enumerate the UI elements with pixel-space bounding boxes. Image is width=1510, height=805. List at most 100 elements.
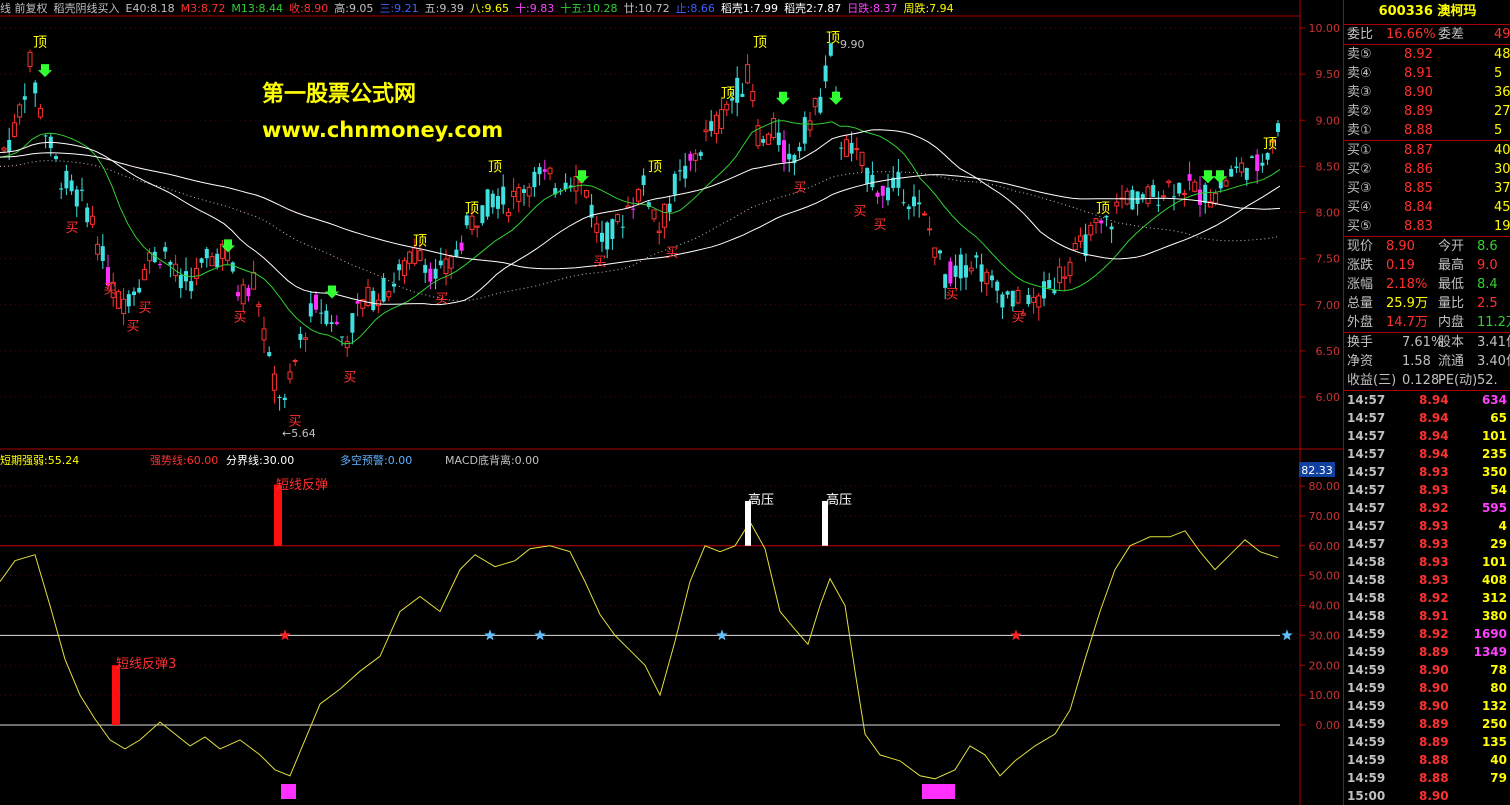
top-signal: 顶 bbox=[721, 86, 735, 102]
tick-price: 8.90 bbox=[1419, 681, 1449, 695]
tick-row: 14:57 8.94 101 bbox=[1344, 427, 1510, 445]
sell-level-row: 卖② 8.89 27 bbox=[1344, 102, 1510, 121]
star-icon bbox=[484, 629, 496, 641]
tick-price: 8.93 bbox=[1419, 465, 1449, 479]
candle bbox=[355, 293, 360, 317]
candle bbox=[906, 204, 911, 220]
candle bbox=[1067, 257, 1073, 284]
candle bbox=[1161, 189, 1167, 201]
candle bbox=[938, 249, 942, 260]
buy-price: 8.83 bbox=[1404, 219, 1433, 234]
tick-price: 8.93 bbox=[1419, 573, 1449, 587]
fundamental-label: PE(动) bbox=[1438, 373, 1478, 388]
candle bbox=[365, 279, 371, 308]
tick-row: 14:57 8.94 634 bbox=[1344, 391, 1510, 409]
stat-row: 外盘 14.7万内盘 11.2万 bbox=[1344, 313, 1510, 332]
header-item: 日跌:8.37 bbox=[847, 2, 898, 15]
candle bbox=[635, 187, 641, 206]
candle bbox=[277, 394, 282, 411]
indicator-tick-label: 10.00 bbox=[1309, 689, 1341, 702]
candle bbox=[251, 260, 257, 290]
candle bbox=[121, 287, 127, 326]
kline-chart-canvas[interactable]: 10.00 9.50 9.00 8.50 8.00 7.50 7.00 6.50 6.00 80.… bbox=[0, 0, 1343, 805]
candle bbox=[496, 188, 500, 219]
down-arrow-icon bbox=[1201, 170, 1215, 184]
candle bbox=[532, 167, 537, 197]
tick-row: 14:59 8.89 250 bbox=[1344, 715, 1510, 733]
buy-level-row: 买③ 8.85 37 bbox=[1344, 179, 1510, 198]
main-chart-header: 线 前复权 稻壳阴线买入 E40:8.18 M3:8.72 M13:8.44 收:8.90… bbox=[0, 0, 954, 16]
star-icon bbox=[1010, 629, 1022, 641]
candle bbox=[17, 102, 23, 125]
candle bbox=[573, 164, 579, 205]
tick-volume: 4 bbox=[1498, 519, 1507, 533]
stat-label: 涨跌 bbox=[1347, 258, 1374, 273]
candle bbox=[189, 267, 194, 299]
fundamental-value: 3.41亿 bbox=[1477, 335, 1510, 350]
candle bbox=[511, 177, 517, 209]
stat-label: 内盘 bbox=[1438, 315, 1465, 330]
candle bbox=[401, 257, 407, 284]
fundamental-value: 52. bbox=[1477, 373, 1498, 388]
buy-signal: 买 bbox=[138, 301, 151, 316]
candle bbox=[1192, 179, 1198, 193]
candle bbox=[1093, 217, 1099, 234]
candle bbox=[792, 153, 797, 176]
candle bbox=[85, 203, 90, 228]
sell-price: 8.89 bbox=[1404, 104, 1433, 119]
tick-price: 8.93 bbox=[1419, 519, 1449, 533]
tick-price: 8.94 bbox=[1419, 429, 1449, 443]
header-item: 稻壳1:7.99 bbox=[720, 2, 779, 15]
buy-price: 8.84 bbox=[1404, 200, 1433, 215]
tick-price: 8.93 bbox=[1419, 537, 1449, 551]
candle bbox=[33, 80, 38, 107]
buy-level-row: 买⑤ 8.83 19 bbox=[1344, 217, 1510, 236]
candle bbox=[740, 82, 745, 98]
header-item: E40:8.18 bbox=[125, 1, 175, 15]
candle bbox=[292, 358, 298, 367]
chart-area[interactable]: 10.00 9.50 9.00 8.50 8.00 7.50 7.00 6.50 6.00 80.… bbox=[0, 0, 1343, 805]
buy-orders: 买① 8.87 40 买② 8.86 30 买③ 8.85 37 买④ 8.84 45 买⑤ 8.83 19 bbox=[1344, 141, 1510, 237]
buy-price: 8.86 bbox=[1404, 162, 1433, 177]
tick-time: 14:59 bbox=[1347, 627, 1386, 641]
rebound-bar bbox=[274, 484, 282, 546]
stat-value: 25.9万 bbox=[1386, 296, 1428, 311]
price-tick-label: 7.00 bbox=[1316, 299, 1341, 312]
candle bbox=[308, 291, 313, 323]
candle bbox=[246, 284, 251, 302]
buy-level-label: 买② bbox=[1347, 162, 1372, 177]
indicator-tick-label: 50.00 bbox=[1309, 570, 1341, 583]
header-item: 止:8.66 bbox=[675, 2, 715, 15]
candle bbox=[568, 177, 573, 192]
stock-title[interactable]: 600336 澳柯玛 bbox=[1344, 0, 1510, 25]
down-arrow-icon bbox=[829, 91, 843, 105]
header-item: 廿:10.72 bbox=[623, 2, 670, 15]
stat-value: 2.18% bbox=[1386, 277, 1428, 292]
candle bbox=[37, 103, 43, 120]
indicator-header-item: 强势线:60.00 bbox=[150, 454, 219, 467]
candle bbox=[797, 142, 802, 159]
buy-signal: 买 bbox=[435, 292, 448, 307]
tick-list[interactable]: 14:57 8.94 634 14:57 8.94 65 14:57 8.94 101 14:57… bbox=[1344, 391, 1510, 805]
candle bbox=[126, 290, 131, 314]
header-item: M13:8.44 bbox=[231, 1, 284, 15]
tick-row: 14:58 8.92 312 bbox=[1344, 589, 1510, 607]
candle bbox=[474, 225, 480, 238]
sell-level-row: 卖④ 8.91 5 bbox=[1344, 64, 1510, 83]
candle bbox=[1119, 185, 1125, 209]
candle bbox=[407, 250, 413, 271]
tick-price: 8.89 bbox=[1419, 717, 1449, 731]
buy-signal: 买 bbox=[793, 181, 806, 196]
tick-volume: 132 bbox=[1481, 699, 1507, 713]
tick-time: 14:59 bbox=[1347, 681, 1386, 695]
tick-price: 8.90 bbox=[1419, 663, 1449, 677]
candle bbox=[594, 216, 600, 243]
candle bbox=[1140, 192, 1145, 203]
candle bbox=[516, 183, 522, 213]
top-signal: 顶 bbox=[648, 160, 662, 176]
candle bbox=[80, 177, 84, 202]
bottom-block bbox=[281, 784, 296, 799]
sell-level-row: 卖⑤ 8.92 48 bbox=[1344, 45, 1510, 64]
stat-value: 11.2万 bbox=[1477, 315, 1510, 330]
candle bbox=[823, 55, 828, 89]
